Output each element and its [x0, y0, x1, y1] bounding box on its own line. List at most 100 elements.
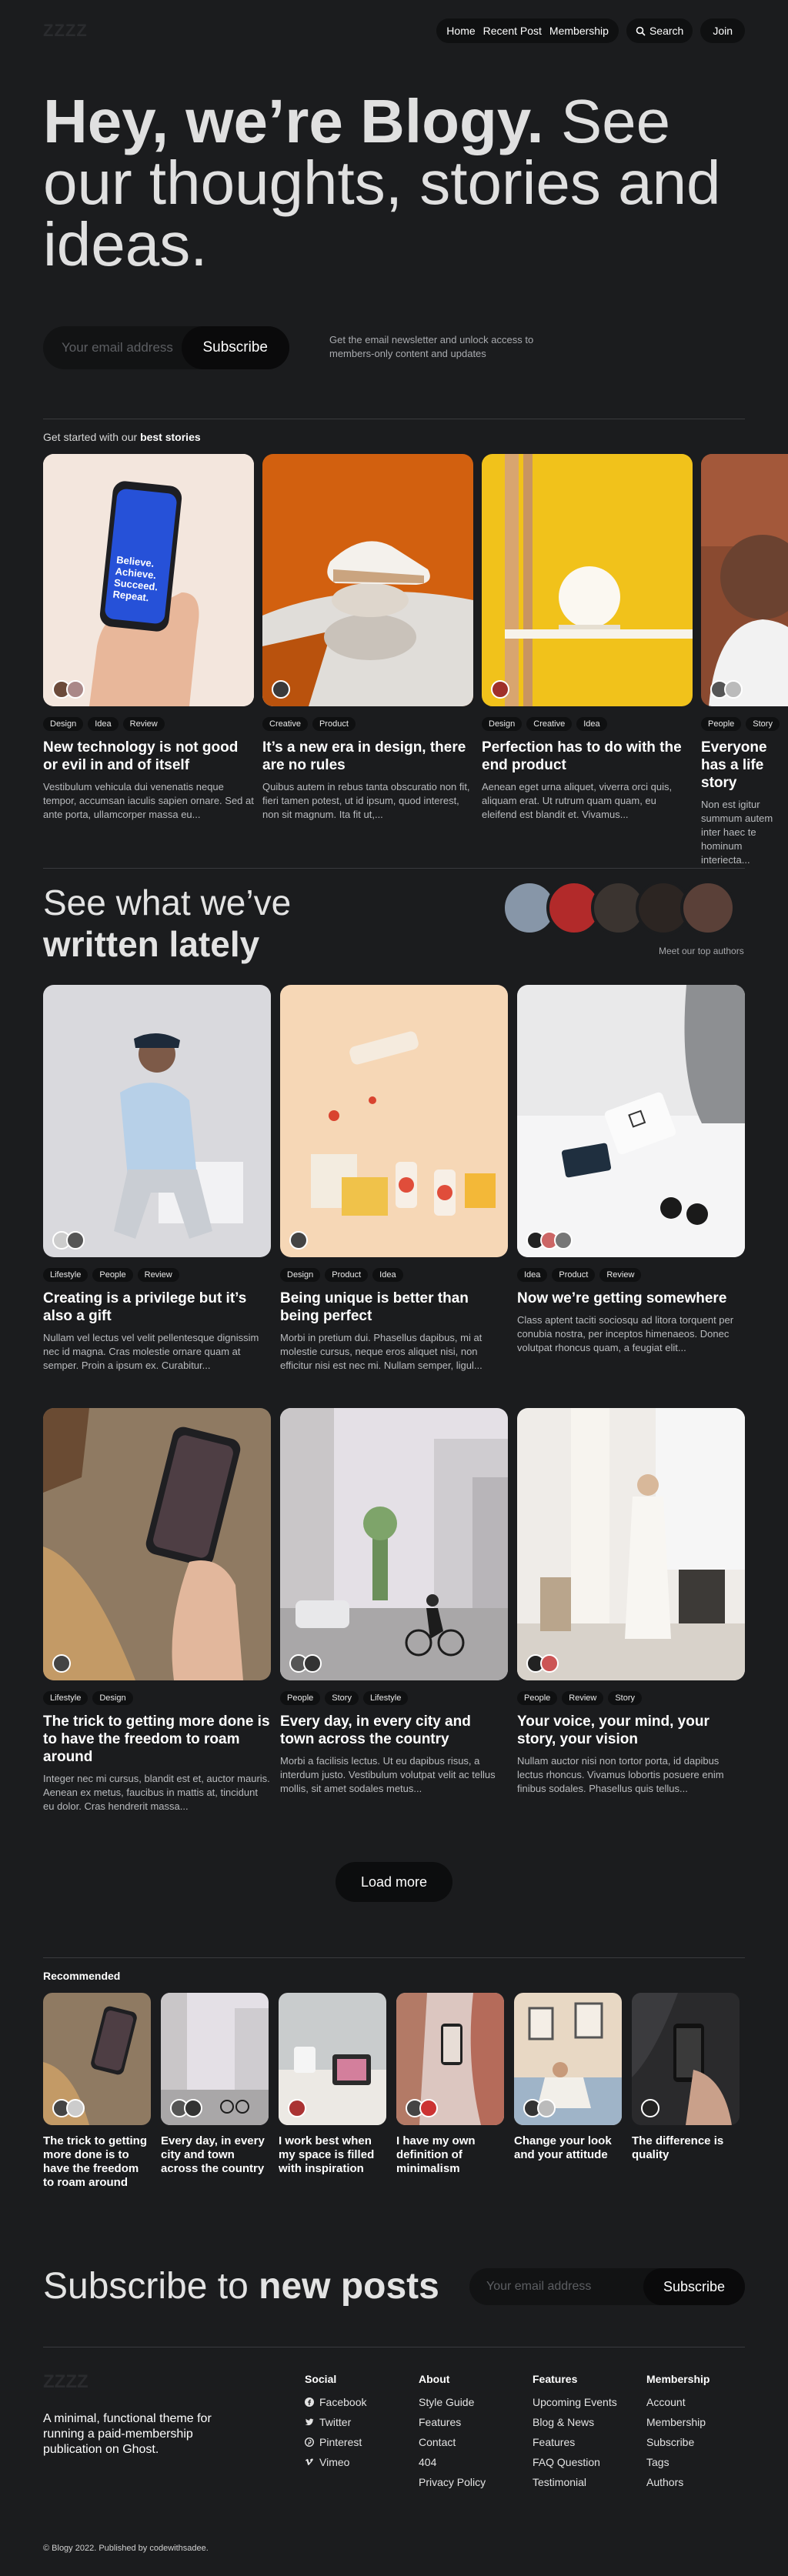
footer-link[interactable]: Privacy Policy: [419, 2476, 486, 2488]
post-title[interactable]: New technology is not good or evil in an…: [43, 739, 254, 774]
latest-post-card[interactable]: Design Product Idea Being unique is better…: [280, 985, 508, 1373]
latest-post-card[interactable]: Lifestyle Design The trick to getting mor…: [43, 1408, 271, 1814]
avatar[interactable]: [66, 680, 85, 699]
post-title[interactable]: Everyone has a life story: [701, 739, 788, 792]
post-title[interactable]: Now we’re getting somewhere: [517, 1290, 745, 1307]
footer-link[interactable]: Subscribe: [646, 2436, 710, 2448]
post-title[interactable]: The trick to getting more done is to hav…: [43, 2134, 151, 2190]
tag[interactable]: Story: [608, 1691, 643, 1705]
recommended-card[interactable]: I work best when my space is filled with…: [279, 1993, 386, 2176]
recommended-card[interactable]: Every day, in every city and town across…: [161, 1993, 269, 2176]
recommended-card[interactable]: The trick to getting more done is to hav…: [43, 1993, 151, 2190]
post-thumbnail[interactable]: [514, 1993, 622, 2125]
post-thumbnail[interactable]: [161, 1993, 269, 2125]
footer-link[interactable]: Membership: [646, 2416, 710, 2428]
latest-post-card[interactable]: People Story Lifestyle Every day, in every…: [280, 1408, 508, 1796]
avatar[interactable]: [537, 2099, 556, 2117]
best-story-card[interactable]: Creative Product It’s a new era in design…: [262, 454, 473, 822]
post-title[interactable]: The difference is quality: [632, 2134, 740, 2162]
footer-link[interactable]: Contact: [419, 2436, 486, 2448]
footer-link[interactable]: 404: [419, 2456, 486, 2468]
nav-link-membership[interactable]: Membership: [546, 25, 613, 37]
footer-link-pinterest[interactable]: Pinterest: [305, 2436, 366, 2448]
post-title[interactable]: Perfection has to do with the end produc…: [482, 739, 693, 774]
subscribe-button[interactable]: Subscribe: [181, 326, 289, 369]
avatar[interactable]: [724, 680, 743, 699]
post-thumbnail[interactable]: [701, 454, 788, 706]
footer-link[interactable]: FAQ Question: [533, 2456, 617, 2468]
tag[interactable]: Idea: [372, 1268, 403, 1282]
footer-link[interactable]: Style Guide: [419, 2396, 486, 2408]
latest-post-card[interactable]: People Review Story Your voice, your mind,…: [517, 1408, 745, 1796]
avatar[interactable]: [303, 1654, 322, 1673]
tag[interactable]: Lifestyle: [43, 1691, 88, 1705]
avatar[interactable]: [554, 1231, 573, 1250]
best-story-card[interactable]: People Story Everyone has a life story No…: [701, 454, 788, 867]
footer-link[interactable]: Features: [419, 2416, 486, 2428]
post-title[interactable]: It’s a new era in design, there are no r…: [262, 739, 473, 774]
tag[interactable]: People: [92, 1268, 133, 1282]
footer-link-twitter[interactable]: Twitter: [305, 2416, 366, 2428]
avatar[interactable]: [288, 2099, 306, 2117]
avatar[interactable]: [66, 2099, 85, 2117]
footer-link[interactable]: Upcoming Events: [533, 2396, 617, 2408]
tag[interactable]: Story: [325, 1691, 359, 1705]
footer-link[interactable]: Features: [533, 2436, 617, 2448]
post-thumbnail[interactable]: [280, 1408, 508, 1680]
tag[interactable]: Idea: [576, 717, 607, 731]
tag[interactable]: People: [701, 717, 742, 731]
footer-link[interactable]: Tags: [646, 2456, 710, 2468]
post-thumbnail[interactable]: [517, 1408, 745, 1680]
tag[interactable]: Review: [599, 1268, 642, 1282]
latest-post-card[interactable]: Idea Product Review Now we’re getting some…: [517, 985, 745, 1355]
avatar[interactable]: [641, 2099, 659, 2117]
recommended-card[interactable]: The difference is quality: [632, 1993, 740, 2162]
recommended-card[interactable]: I have my own definition of minimalism: [396, 1993, 504, 2176]
tag[interactable]: Design: [92, 1691, 133, 1705]
tag[interactable]: People: [517, 1691, 558, 1705]
post-title[interactable]: I work best when my space is filled with…: [279, 2134, 386, 2176]
post-thumbnail[interactable]: [43, 1408, 271, 1680]
best-story-card[interactable]: Believe.Achieve.Succeed.Repeat. Design Id…: [43, 454, 254, 822]
tag[interactable]: Product: [312, 717, 356, 731]
post-thumbnail[interactable]: [396, 1993, 504, 2125]
tag[interactable]: Product: [325, 1268, 369, 1282]
avatar[interactable]: [540, 1654, 559, 1673]
post-title[interactable]: Change your look and your attitude: [514, 2134, 622, 2162]
tag[interactable]: People: [280, 1691, 321, 1705]
footer-link-facebook[interactable]: Facebook: [305, 2396, 366, 2408]
post-thumbnail[interactable]: [262, 454, 473, 706]
tag[interactable]: Product: [552, 1268, 596, 1282]
post-thumbnail[interactable]: [517, 985, 745, 1257]
post-title[interactable]: The trick to getting more done is to hav…: [43, 1713, 271, 1766]
post-thumbnail[interactable]: [43, 985, 271, 1257]
footer-link[interactable]: Account: [646, 2396, 710, 2408]
footer-link-vimeo[interactable]: Vimeo: [305, 2456, 366, 2468]
tag[interactable]: Design: [43, 717, 84, 731]
subscribe-button[interactable]: Subscribe: [643, 2268, 745, 2305]
tag[interactable]: Review: [562, 1691, 604, 1705]
nav-link-recent-post[interactable]: Recent Post: [479, 25, 546, 37]
tag[interactable]: Lifestyle: [362, 1691, 409, 1705]
avatar[interactable]: [272, 680, 290, 699]
tag[interactable]: Design: [482, 717, 523, 731]
post-thumbnail[interactable]: Believe.Achieve.Succeed.Repeat.: [43, 454, 254, 706]
search-button[interactable]: Search: [626, 18, 693, 43]
site-logo[interactable]: ZZZZ: [43, 21, 88, 41]
avatar[interactable]: [491, 680, 509, 699]
best-story-card[interactable]: Design Creative Idea Perfection has to do …: [482, 454, 693, 822]
tag[interactable]: Story: [746, 717, 780, 731]
post-title[interactable]: Every day, in every city and town across…: [161, 2134, 269, 2176]
post-thumbnail[interactable]: [482, 454, 693, 706]
avatar[interactable]: [289, 1231, 308, 1250]
tag[interactable]: Lifestyle: [43, 1268, 88, 1282]
join-button[interactable]: Join: [700, 18, 745, 43]
footer-link[interactable]: Blog & News: [533, 2416, 617, 2428]
avatar[interactable]: [419, 2099, 438, 2117]
post-title[interactable]: Every day, in every city and town across…: [280, 1713, 508, 1748]
load-more-button[interactable]: Load more: [336, 1862, 452, 1902]
post-title[interactable]: Your voice, your mind, your story, your …: [517, 1713, 745, 1748]
author-avatar[interactable]: [680, 880, 736, 936]
nav-link-home[interactable]: Home: [442, 25, 479, 37]
post-thumbnail[interactable]: [632, 1993, 740, 2125]
